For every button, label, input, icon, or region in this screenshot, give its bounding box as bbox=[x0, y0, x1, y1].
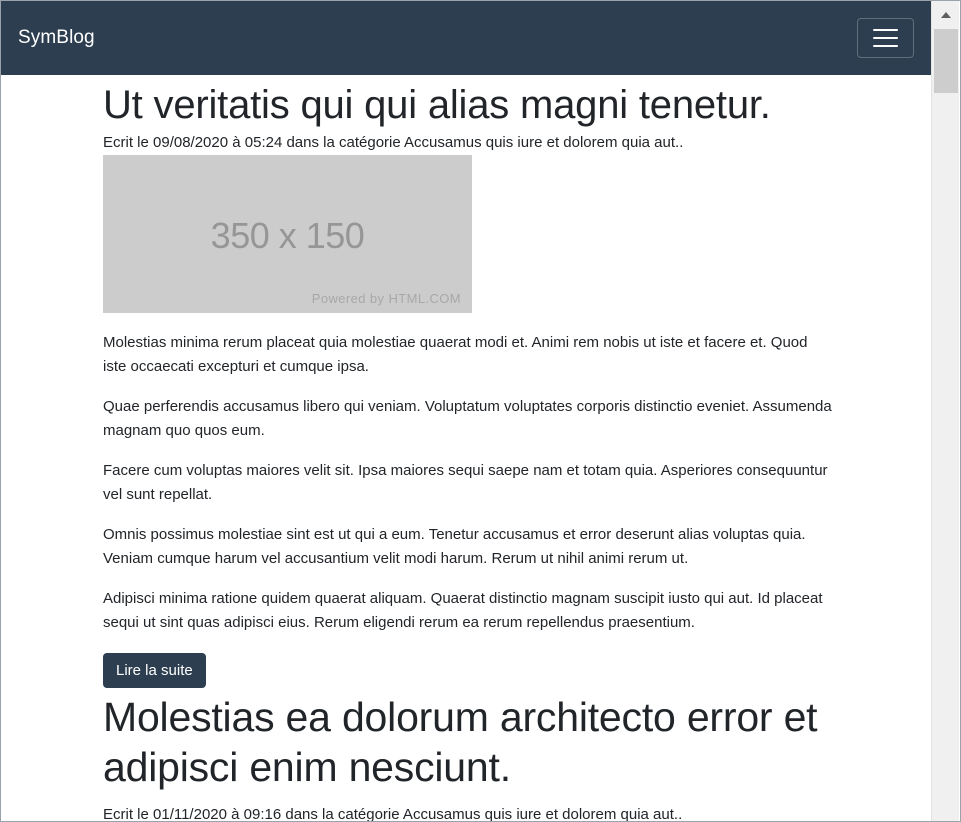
read-more-button[interactable]: Lire la suite bbox=[103, 653, 206, 688]
vertical-scrollbar[interactable] bbox=[931, 1, 960, 821]
post-paragraph: Quae perferendis accusamus libero qui ve… bbox=[103, 398, 832, 439]
browser-window: SymBlog Ut veritatis qui qui alias magni… bbox=[0, 0, 961, 822]
navbar-brand[interactable]: SymBlog bbox=[18, 27, 95, 49]
hamburger-icon-line bbox=[873, 45, 898, 47]
post-paragraph: Omnis possimus molestiae sint est ut qui… bbox=[103, 526, 806, 567]
post-article: Ut veritatis qui qui alias magni tenetur… bbox=[103, 81, 833, 688]
post-paragraph: Molestias minima rerum placeat quia mole… bbox=[103, 334, 808, 375]
navbar: SymBlog bbox=[1, 1, 931, 75]
scrollbar-thumb[interactable] bbox=[934, 29, 958, 93]
post-title[interactable]: Ut veritatis qui qui alias magni tenetur… bbox=[103, 81, 833, 129]
post-meta: Ecrit le 01/11/2020 à 09:16 dans la caté… bbox=[103, 806, 683, 822]
post-excerpt: Molestias minima rerum placeat quia mole… bbox=[103, 331, 833, 635]
navbar-toggler-button[interactable] bbox=[857, 18, 914, 58]
main-content: Ut veritatis qui qui alias magni tenetur… bbox=[103, 75, 833, 822]
post-title[interactable]: Molestias ea dolorum architecto error et… bbox=[103, 692, 833, 792]
scroll-up-arrow-icon[interactable] bbox=[932, 1, 960, 29]
post-image-placeholder: 350 x 150 Powered by HTML.COM bbox=[103, 155, 472, 313]
post-article: Molestias ea dolorum architecto error et… bbox=[103, 692, 833, 822]
placeholder-size-text: 350 x 150 bbox=[210, 215, 365, 256]
post-paragraph: Adipisci minima ratione quidem quaerat a… bbox=[103, 590, 823, 631]
page-viewport: SymBlog Ut veritatis qui qui alias magni… bbox=[1, 1, 931, 822]
hamburger-icon bbox=[873, 29, 898, 31]
hamburger-icon-line bbox=[873, 37, 898, 39]
placeholder-powered-text: Powered by HTML.COM bbox=[311, 291, 461, 306]
post-paragraph: Facere cum voluptas maiores velit sit. I… bbox=[103, 462, 828, 503]
post-meta: Ecrit le 09/08/2020 à 05:24 dans la caté… bbox=[103, 134, 684, 151]
